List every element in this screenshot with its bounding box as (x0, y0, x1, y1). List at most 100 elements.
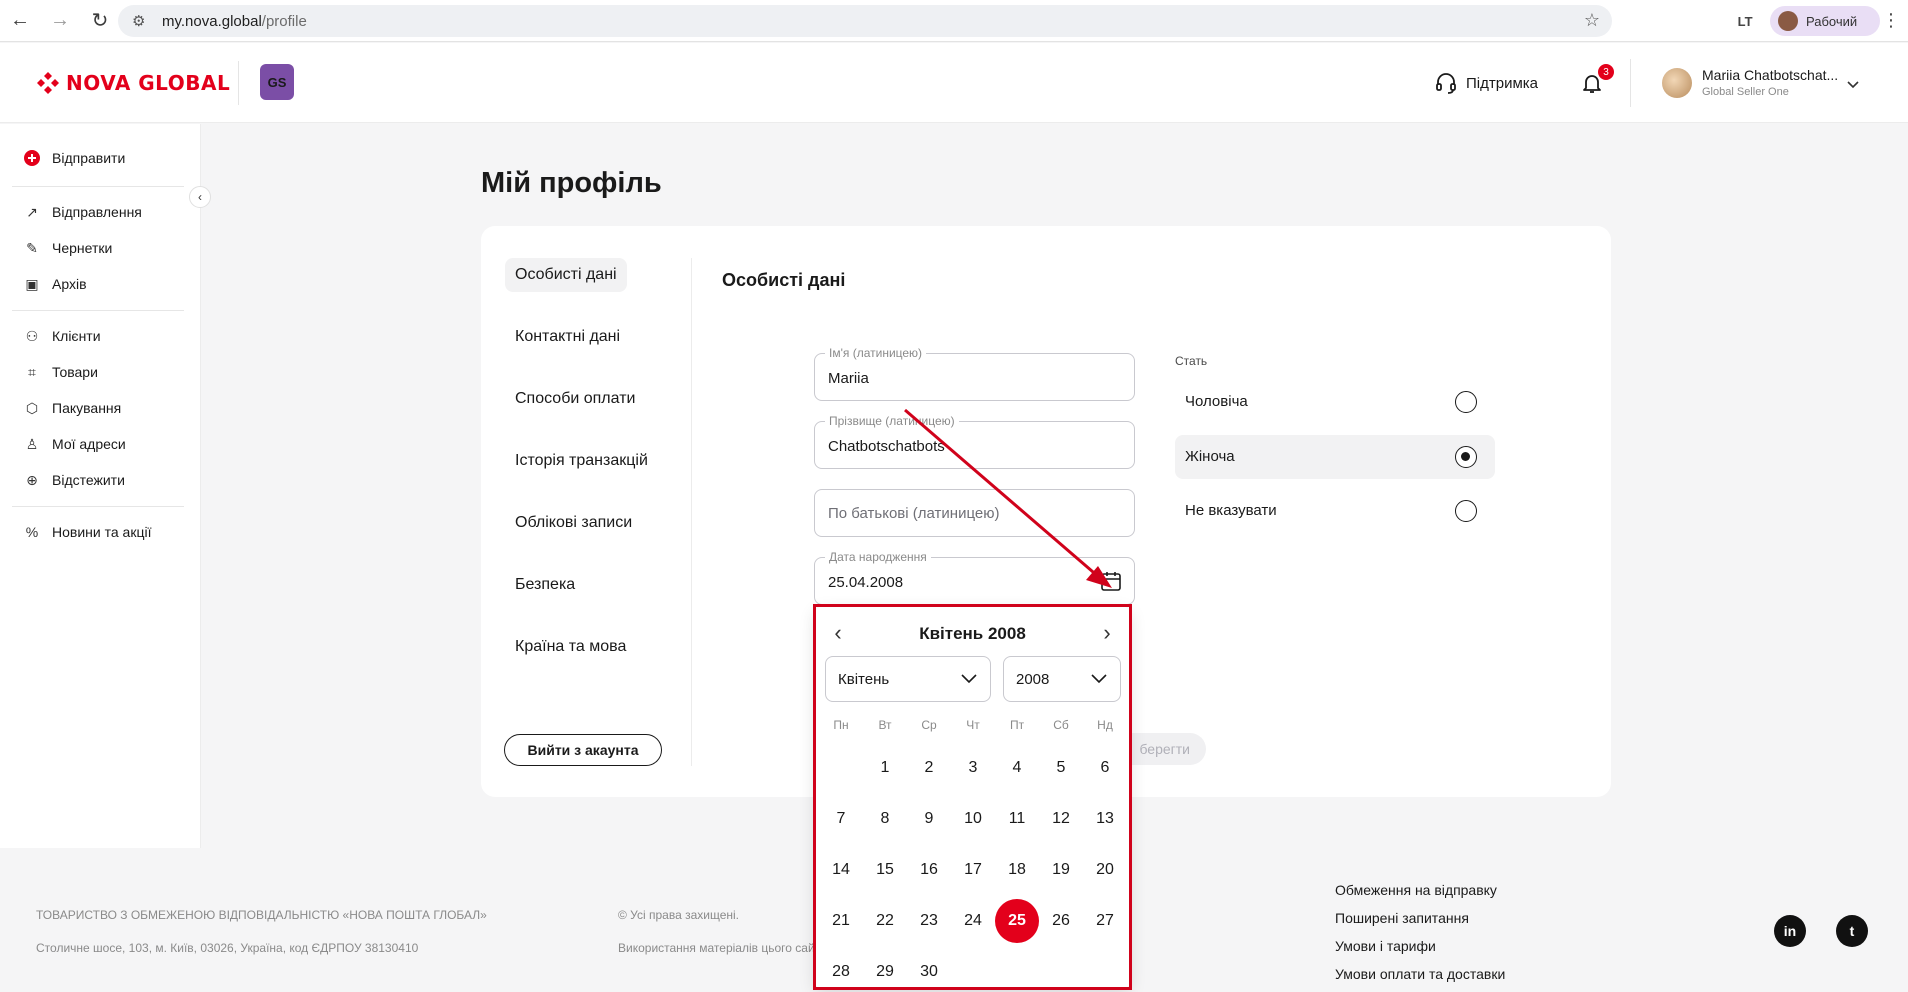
sidebar-divider (12, 186, 184, 187)
user-pin-icon: ♙ (25, 435, 39, 452)
user-name[interactable]: Mariia Chatbotschat... (1702, 67, 1838, 83)
calendar-day[interactable]: 2 (907, 746, 951, 790)
radio-button[interactable] (1455, 391, 1477, 413)
url-host: my.nova.global (162, 12, 262, 30)
calendar-day[interactable]: 11 (995, 797, 1039, 841)
footer-link-restrictions[interactable]: Обмеження на відправку (1335, 882, 1497, 898)
calendar-day[interactable]: 1 (863, 746, 907, 790)
nova-logo-mark-icon (37, 72, 59, 94)
calendar-day[interactable]: 27 (1083, 899, 1127, 943)
calendar-day[interactable]: 22 (863, 899, 907, 943)
calendar-day[interactable]: 20 (1083, 848, 1127, 892)
footer-link-terms[interactable]: Умови і тарифи (1335, 938, 1436, 954)
field-label: Дата народження (825, 550, 931, 564)
address-bar[interactable]: ⚙ my.nova.global/profile ☆ (118, 5, 1612, 37)
back-icon[interactable]: ← (0, 0, 40, 42)
subnav-payment-methods[interactable]: Способи оплати (505, 382, 645, 416)
calendar-day[interactable]: 17 (951, 848, 995, 892)
weekday-label: Ср (921, 718, 937, 732)
subnav-accounts[interactable]: Облікові записи (505, 506, 642, 540)
month-select-value: Квітень (838, 671, 890, 688)
sidebar-collapse-chevron-left-icon[interactable]: ‹ (189, 186, 211, 208)
support-link[interactable]: Підтримка (1434, 71, 1538, 95)
calendar-day[interactable]: 5 (1039, 746, 1083, 790)
bookmark-star-icon[interactable]: ☆ (1584, 10, 1600, 31)
date-picker-popover: ‹ Квітень 2008 › Квітень 2008 Пн Вт Ср Чт Пт… (814, 606, 1131, 990)
calendar-day[interactable]: 7 (819, 797, 863, 841)
footer-link-payment-delivery[interactable]: Умови оплати та доставки (1335, 966, 1505, 982)
calendar-day[interactable]: 15 (863, 848, 907, 892)
sidebar-item-products[interactable]: ⌗ Товари (24, 363, 98, 381)
next-month-chevron-right-icon[interactable]: › (1095, 620, 1119, 646)
user-menu-chevron-down-icon[interactable] (1846, 77, 1860, 91)
weekday-label: Сб (1053, 718, 1069, 732)
sidebar-item-addresses[interactable]: ♙ Мої адреси (24, 435, 126, 453)
calendar-day[interactable]: 6 (1083, 746, 1127, 790)
calendar-day[interactable]: 3 (951, 746, 995, 790)
linkedin-icon[interactable]: in (1774, 915, 1806, 947)
calendar-day[interactable]: 10 (951, 797, 995, 841)
calendar-day[interactable]: 29 (863, 950, 907, 992)
sidebar-item-shipments[interactable]: ↗ Відправлення (24, 204, 142, 221)
calendar-day[interactable]: 19 (1039, 848, 1083, 892)
footer-link-faq[interactable]: Поширені запитання (1335, 910, 1469, 926)
radio-button[interactable] (1455, 500, 1477, 522)
calendar-day[interactable]: 23 (907, 899, 951, 943)
calendar-day[interactable]: 9 (907, 797, 951, 841)
radio-button-selected[interactable] (1455, 446, 1477, 468)
calendar-day-selected[interactable]: 25 (995, 899, 1039, 943)
subnav-security[interactable]: Безпека (505, 568, 585, 602)
calendar-day[interactable]: 13 (1083, 797, 1127, 841)
last-name-field[interactable]: Прізвище (латиницею) Chatbotschatbots (814, 414, 1135, 469)
calendar-day[interactable]: 21 (819, 899, 863, 943)
subnav-transaction-history[interactable]: Історія транзакцій (505, 444, 658, 478)
sidebar-item-news[interactable]: % Новини та акції (24, 524, 152, 540)
sidebar-item-clients[interactable]: ⚇ Клієнти (24, 327, 101, 345)
profile-label: Рабочий (1806, 13, 1858, 29)
user-avatar[interactable] (1662, 68, 1692, 98)
browser-menu-icon[interactable]: ⋮ (1882, 10, 1900, 31)
calendar-day[interactable]: 24 (951, 899, 995, 943)
subnav-personal-data[interactable]: Особисті дані (505, 258, 627, 292)
users-icon: ⚇ (25, 327, 39, 344)
subnav-country-language[interactable]: Країна та мова (505, 630, 636, 664)
calendar-day[interactable]: 30 (907, 950, 951, 992)
calendar-day[interactable]: 16 (907, 848, 951, 892)
birth-date-field[interactable]: Дата народження 25.04.2008 (814, 550, 1135, 605)
gender-option-female[interactable]: Жіноча (1175, 435, 1495, 479)
gs-badge[interactable]: GS (260, 64, 294, 100)
reload-icon[interactable]: ↻ (80, 0, 120, 42)
nova-global-logo[interactable]: NOVA GLOBAL (36, 71, 230, 95)
patronymic-field[interactable]: По батькові (латиницею) (814, 489, 1135, 537)
year-select[interactable]: 2008 (1003, 656, 1121, 702)
sidebar-item-archive[interactable]: ▣ Архів (24, 276, 86, 293)
calendar-month-title: Квітень 2008 (919, 624, 1026, 643)
sidebar-item-send[interactable]: Відправити (24, 150, 125, 166)
calendar-day[interactable]: 28 (819, 950, 863, 992)
gender-option-unspecified[interactable]: Не вказувати (1175, 489, 1495, 533)
month-select[interactable]: Квітень (825, 656, 991, 702)
twitter-icon[interactable]: t (1836, 915, 1868, 947)
calendar-day[interactable]: 14 (819, 848, 863, 892)
forward-icon[interactable]: → (40, 0, 80, 42)
sidebar-item-drafts[interactable]: ✎ Чернетки (24, 240, 112, 257)
translate-extension-icon[interactable]: LT (1738, 14, 1753, 29)
tag-icon: ⌗ (28, 363, 36, 380)
sidebar-item-label: Відправити (52, 150, 126, 166)
app-header: NOVA GLOBAL GS Підтримка 3 Mariia Chatbo… (0, 43, 1908, 123)
subnav-contact-data[interactable]: Контактні дані (505, 320, 630, 354)
calendar-day[interactable]: 26 (1039, 899, 1083, 943)
calendar-day[interactable]: 8 (863, 797, 907, 841)
site-settings-icon[interactable]: ⚙ (132, 12, 154, 30)
sidebar-item-packaging[interactable]: ⬡ Пакування (24, 400, 121, 417)
browser-profile-chip[interactable]: Рабочий (1770, 6, 1880, 36)
sidebar-item-track[interactable]: ⊕ Відстежити (24, 472, 125, 489)
gender-option-male[interactable]: Чоловіча (1175, 380, 1495, 424)
calendar-icon[interactable] (1100, 570, 1122, 592)
calendar-day[interactable]: 4 (995, 746, 1039, 790)
first-name-field[interactable]: Ім'я (латиницею) Mariia (814, 346, 1135, 401)
logout-button[interactable]: Вийти з акаунта (504, 734, 662, 766)
calendar-day[interactable]: 18 (995, 848, 1039, 892)
calendar-day[interactable]: 12 (1039, 797, 1083, 841)
sidebar-item-label: Мої адреси (52, 436, 126, 452)
